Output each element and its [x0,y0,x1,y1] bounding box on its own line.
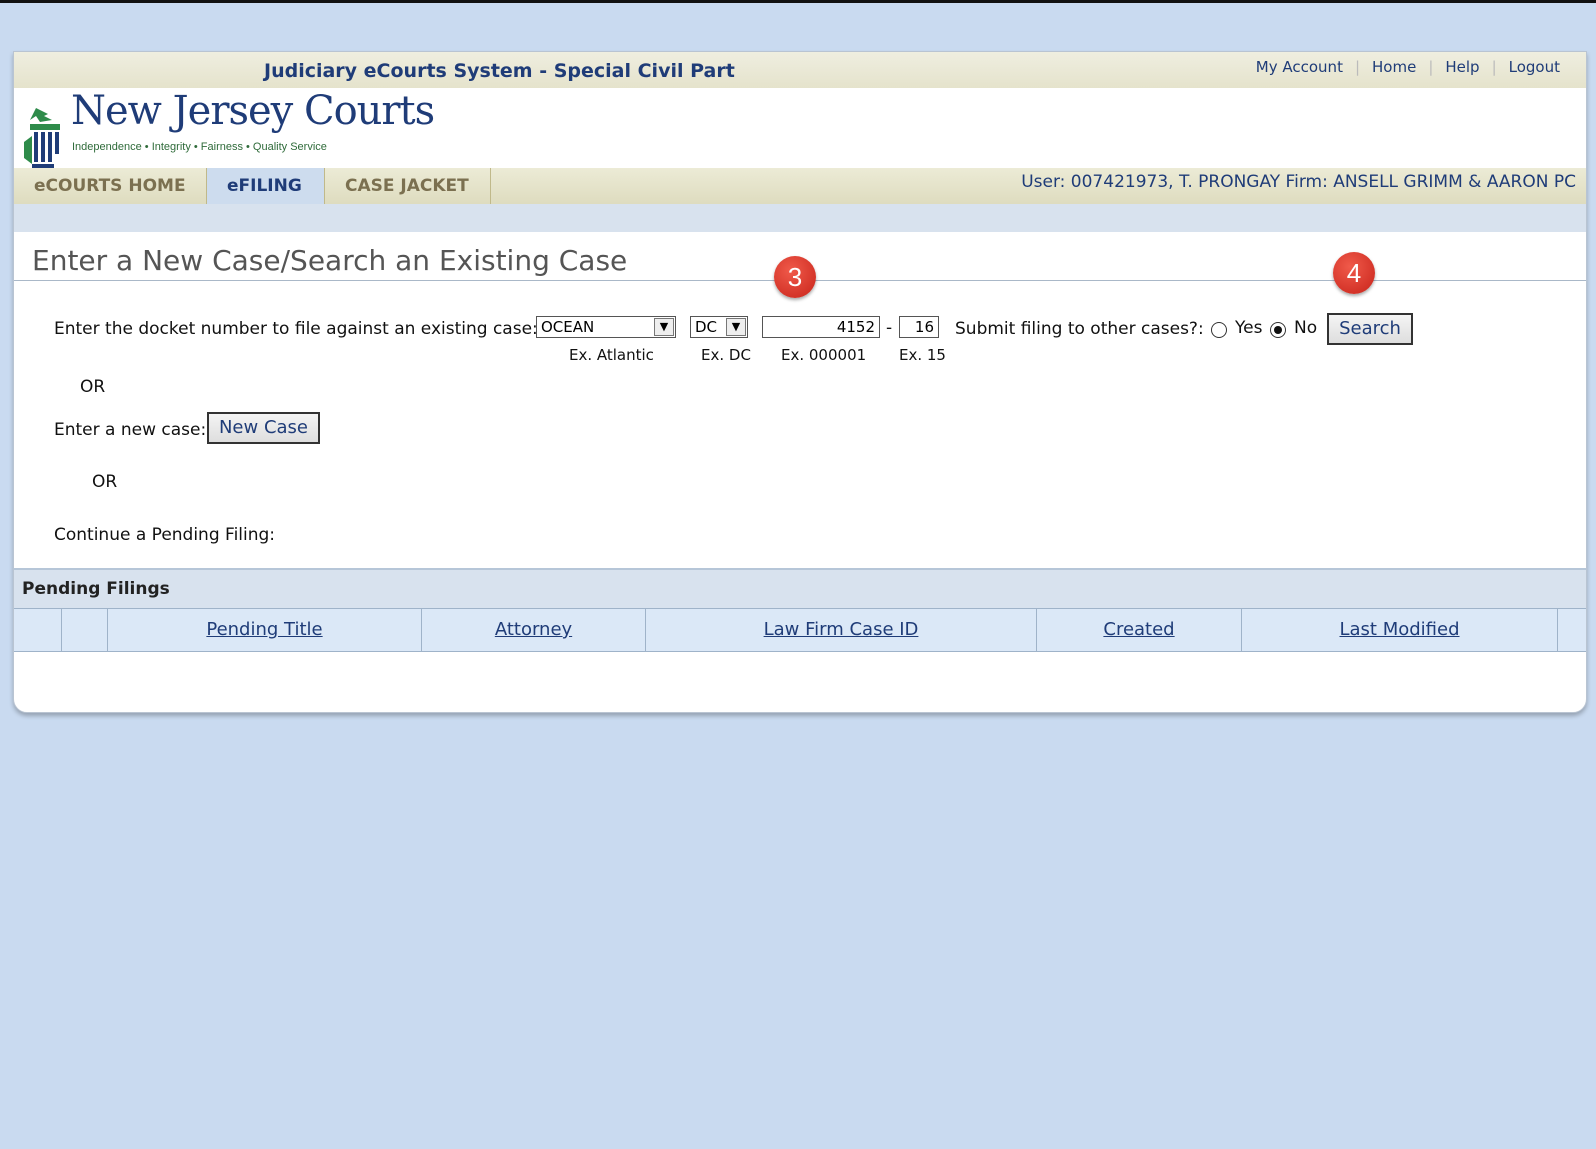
yes-label: Yes [1235,318,1263,338]
chevron-down-icon: ▼ [654,318,674,336]
no-radio[interactable] [1270,322,1286,338]
step-3-badge: 3 [774,256,816,298]
no-label: No [1294,318,1318,338]
page-title: Enter a New Case/Search an Existing Case [32,244,628,277]
continue-pending-label: Continue a Pending Filing: [54,525,276,545]
county-value: OCEAN [541,318,595,336]
case-type-hint: Ex. DC [701,346,751,364]
county-hint: Ex. Atlantic [569,346,654,364]
top-links: My Account | Home | Help | Logout [1244,58,1572,76]
help-link[interactable]: Help [1433,58,1491,76]
docket-number-hint: Ex. 000001 [781,346,867,364]
case-type-select[interactable]: DC ▼ [690,316,748,338]
county-select[interactable]: OCEAN ▼ [536,316,676,338]
ecourts-window: Judiciary eCourts System - Special Civil… [13,51,1587,713]
docket-dash: - [886,318,893,338]
or-divider-1: OR [80,377,106,397]
submit-other-cases-label: Submit filing to other cases?: [955,319,1204,339]
sub-bar [14,204,1586,232]
pending-filings-header: Pending Filings [14,568,1586,608]
docket-number-input[interactable]: 4152 [762,316,880,338]
docket-label: Enter the docket number to file against … [54,319,538,339]
docket-year-input[interactable]: 16 [899,316,939,338]
column-header-pending-title[interactable]: Pending Title [108,609,422,651]
system-title: Judiciary eCourts System - Special Civil… [264,60,735,82]
or-divider-2: OR [92,472,118,492]
pending-filings-table-header: Pending Title Attorney Law Firm Case ID … [14,608,1586,652]
tab-efiling[interactable]: eFILING [207,168,325,204]
my-account-link[interactable]: My Account [1244,58,1355,76]
column-header-law-firm-case-id[interactable]: Law Firm Case ID [646,609,1037,651]
home-link[interactable]: Home [1360,58,1428,76]
logout-link[interactable]: Logout [1497,58,1572,76]
column-header-created[interactable]: Created [1037,609,1242,651]
step-4-badge: 4 [1333,252,1375,294]
column-header-attorney[interactable]: Attorney [422,609,646,651]
column-header-blank-1 [14,609,62,651]
pending-filings-title: Pending Filings [22,579,170,599]
logo-area: New Jersey Courts Independence • Integri… [14,88,1586,174]
column-header-blank-2 [62,609,108,651]
main-nav: eCOURTS HOME eFILING CASE JACKET User: 0… [14,168,1586,205]
new-case-button[interactable]: New Case [207,412,320,444]
search-button[interactable]: Search [1327,313,1413,345]
new-case-label: Enter a new case: [54,420,207,440]
docket-year-hint: Ex. 15 [899,346,946,364]
tab-case-jacket[interactable]: CASE JACKET [325,168,491,204]
column-header-last-modified[interactable]: Last Modified [1242,609,1558,651]
chevron-down-icon: ▼ [726,318,746,336]
yes-radio[interactable] [1211,322,1227,338]
logo-text: New Jersey Courts [71,88,435,134]
case-type-value: DC [695,318,718,336]
user-info: User: 007421973, T. PRONGAY Firm: ANSELL… [1021,172,1576,192]
tab-ecourts-home[interactable]: eCOURTS HOME [14,168,207,204]
logo-tagline: Independence • Integrity • Fairness • Qu… [72,141,327,153]
top-bar: Judiciary eCourts System - Special Civil… [14,52,1586,88]
